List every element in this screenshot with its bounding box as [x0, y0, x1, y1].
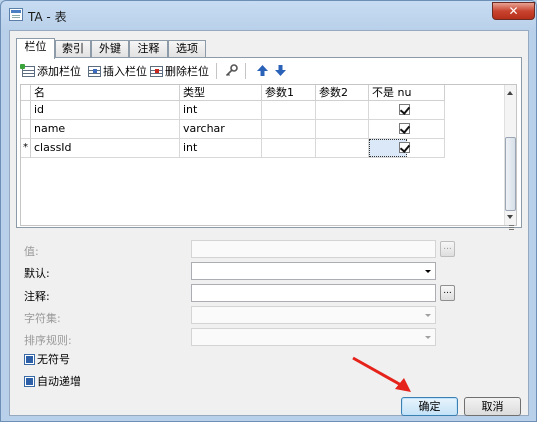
insert-field-label: 插入栏位 [103, 65, 147, 78]
tab-indexes[interactable]: 索引 [55, 40, 91, 57]
delete-field-icon [150, 65, 163, 77]
value-ellipsis-button[interactable]: ... [440, 241, 455, 257]
arrow-up-icon[interactable] [256, 64, 269, 77]
column-header-name[interactable]: 名 [31, 85, 180, 101]
grid-corner [21, 85, 31, 101]
delete-field-button[interactable]: 删除栏位 [150, 63, 209, 79]
auto-increment-checkbox[interactable] [24, 375, 35, 387]
dialog-body: 栏位 索引 外键 注释 选项 添加栏位 插入栏位 删除栏位 名 类型 参数1 参… [9, 30, 529, 416]
title-bar[interactable]: TA - 表 ✕ [1, 1, 536, 29]
unsigned-checkbox[interactable] [24, 353, 35, 365]
tab-options[interactable]: 选项 [168, 40, 206, 57]
tab-fields[interactable]: 栏位 [16, 38, 55, 59]
add-field-icon [20, 63, 35, 77]
default-dropdown[interactable] [191, 262, 436, 280]
cell-param2[interactable] [316, 139, 369, 158]
insert-field-button[interactable]: 插入栏位 [88, 63, 147, 79]
comment-input[interactable] [191, 284, 436, 302]
add-field-label: 添加栏位 [37, 65, 81, 78]
scroll-up-icon[interactable] [507, 91, 513, 95]
close-button[interactable]: ✕ [492, 2, 535, 20]
unsigned-label: 无符号 [37, 353, 70, 366]
not-null-checkbox[interactable] [399, 104, 411, 115]
cell-param2[interactable] [316, 120, 369, 139]
default-label: 默认: [24, 267, 50, 280]
dialog-window: TA - 表 ✕ 栏位 索引 外键 注释 选项 添加栏位 插入栏位 删除栏位 名… [0, 0, 537, 422]
unsigned-checkbox-row[interactable]: 无符号 [24, 351, 70, 367]
auto-increment-checkbox-row[interactable]: 自动递增 [24, 373, 81, 389]
collation-label: 排序规则: [24, 334, 72, 347]
charset-dropdown[interactable] [191, 306, 436, 324]
cell-not-null [369, 120, 445, 139]
chevron-down-icon [425, 336, 431, 339]
cell-param1[interactable] [262, 139, 316, 158]
fields-panel: 添加栏位 插入栏位 删除栏位 名 类型 参数1 参数2 不是 nu id int… [16, 57, 522, 228]
window-title: TA - 表 [28, 10, 67, 24]
arrow-down-icon[interactable] [274, 64, 287, 77]
column-header-type[interactable]: 类型 [180, 85, 262, 101]
fields-grid: 名 类型 参数1 参数2 不是 nu id int name varchar *… [20, 84, 517, 226]
cell-field-name[interactable]: id [31, 101, 180, 120]
toolbar-separator [245, 63, 246, 79]
tab-foreign-keys[interactable]: 外键 [91, 40, 129, 57]
delete-field-label: 删除栏位 [165, 65, 209, 78]
column-header-not-null[interactable]: 不是 nu [369, 85, 445, 101]
not-null-checkbox[interactable] [399, 123, 411, 134]
collation-dropdown[interactable] [191, 328, 436, 346]
comment-label: 注释: [24, 290, 50, 303]
value-input[interactable] [191, 240, 436, 258]
table-icon [9, 8, 23, 21]
key-icon[interactable] [225, 64, 238, 77]
cell-field-name[interactable]: classId [31, 139, 180, 158]
not-null-checkbox[interactable] [399, 142, 411, 153]
ok-button[interactable]: 确定 [401, 397, 458, 416]
cell-field-name[interactable]: name [31, 120, 180, 139]
grip-icon [509, 225, 514, 226]
insert-field-icon [88, 65, 101, 77]
value-label: 值: [24, 245, 39, 258]
scroll-down-icon[interactable] [507, 215, 513, 219]
charset-label: 字符集: [24, 312, 61, 325]
cell-param2[interactable] [316, 101, 369, 120]
column-header-param1[interactable]: 参数1 [262, 85, 316, 101]
scroll-thumb[interactable] [505, 137, 516, 226]
cell-field-type[interactable]: int [180, 101, 262, 120]
cell-param1[interactable] [262, 120, 316, 139]
chevron-down-icon [425, 270, 431, 273]
cancel-button[interactable]: 取消 [464, 397, 521, 416]
chevron-down-icon [425, 314, 431, 317]
tab-comments[interactable]: 注释 [129, 40, 168, 57]
cell-not-null [369, 139, 445, 158]
row-marker[interactable] [21, 101, 31, 120]
row-marker-current[interactable]: * [21, 139, 31, 158]
cell-field-type[interactable]: varchar [180, 120, 262, 139]
comment-ellipsis-button[interactable]: ... [440, 285, 455, 301]
cell-not-null [369, 101, 445, 120]
grid-scrollbar[interactable] [504, 85, 516, 226]
auto-increment-label: 自动递增 [37, 375, 81, 388]
row-marker[interactable] [21, 120, 31, 139]
add-field-button[interactable]: 添加栏位 [20, 63, 81, 79]
toolbar-separator [216, 63, 217, 79]
toolbar: 添加栏位 插入栏位 删除栏位 [20, 61, 518, 81]
cell-param1[interactable] [262, 101, 316, 120]
column-header-param2[interactable]: 参数2 [316, 85, 369, 101]
cell-field-type[interactable]: int [180, 139, 262, 158]
